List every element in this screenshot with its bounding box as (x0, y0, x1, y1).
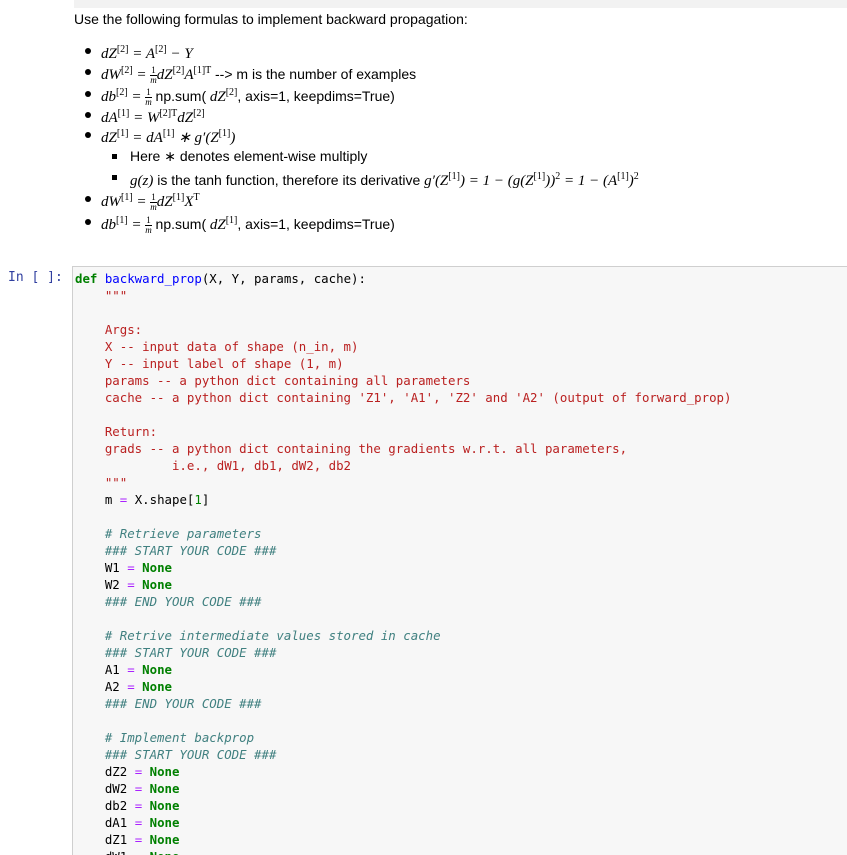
m-note: --> m is the number of examples (215, 66, 417, 82)
code-token: dW2 (75, 781, 135, 796)
code-token: = (127, 662, 135, 677)
code-editor[interactable]: def backward_prop(X, Y, params, cache): … (72, 266, 847, 855)
code-line[interactable]: def backward_prop(X, Y, params, cache): (75, 270, 366, 287)
intro-text: Use the following formulas to implement … (74, 11, 468, 27)
code-token: dZ1 (75, 832, 135, 847)
code-line[interactable]: X -- input data of shape (n_in, m) (75, 338, 359, 355)
code-token: i.e., dW1, db1, dW2, db2 (75, 458, 352, 473)
code-token: params -- a python dict containing all p… (75, 373, 471, 388)
code-token: db2 (75, 798, 135, 813)
code-line[interactable]: dZ2 = None (75, 763, 180, 780)
code-line[interactable]: dW2 = None (75, 780, 180, 797)
code-token: W2 (75, 577, 128, 592)
code-line[interactable]: cache -- a python dict containing 'Z1', … (75, 389, 732, 406)
code-token: Y -- input label of shape (1, m) (75, 356, 344, 371)
code-line[interactable]: A1 = None (75, 661, 172, 678)
code-token: None (142, 679, 172, 694)
code-line[interactable]: W1 = None (75, 559, 172, 576)
code-line[interactable]: ### START YOUR CODE ### (75, 644, 277, 661)
code-line[interactable]: """ (75, 474, 127, 491)
code-token: dZ2 (75, 764, 135, 779)
code-token: ### END YOUR CODE ### (75, 696, 262, 711)
cell-divider (74, 0, 847, 8)
code-line[interactable]: ### START YOUR CODE ### (75, 542, 277, 559)
code-line[interactable]: ### END YOUR CODE ### (75, 695, 262, 712)
code-line[interactable] (75, 406, 105, 423)
code-token: None (149, 815, 180, 830)
cell-prompt: In [ ]: (8, 270, 63, 285)
markdown-cell: Use the following formulas to implement … (74, 0, 847, 240)
code-token: backward_prop (104, 271, 202, 286)
code-token: """ (75, 475, 128, 490)
code-token: dW1 (75, 849, 135, 855)
code-token: ### START YOUR CODE ### (75, 747, 277, 762)
code-token: None (149, 798, 180, 813)
code-token: m (75, 492, 120, 507)
code-token: = (127, 560, 135, 575)
code-token: dA1 (75, 815, 135, 830)
code-token: ] (201, 492, 210, 507)
code-token: X -- input data of shape (n_in, m) (75, 339, 359, 354)
code-token: None (142, 577, 172, 592)
code-line[interactable]: A2 = None (75, 678, 172, 695)
code-token: None (149, 781, 180, 796)
code-token: = (127, 577, 135, 592)
code-line[interactable]: ### START YOUR CODE ### (75, 746, 277, 763)
code-token: = (127, 679, 135, 694)
code-token: 1 (194, 492, 202, 507)
code-line[interactable]: Args: (75, 321, 142, 338)
code-line[interactable]: dZ1 = None (75, 831, 180, 848)
code-line[interactable]: # Implement backprop (75, 729, 254, 746)
code-token: grads -- a python dict containing the gr… (75, 441, 628, 456)
code-line[interactable]: # Retrieve parameters (75, 525, 262, 542)
code-token: # Retrieve parameters (75, 526, 262, 541)
code-line[interactable]: W2 = None (75, 576, 172, 593)
code-line[interactable]: db2 = None (75, 797, 180, 814)
code-line[interactable]: m = X.shape[1] (75, 491, 209, 508)
code-token: cache -- a python dict containing 'Z1', … (75, 390, 732, 405)
code-line[interactable]: i.e., dW1, db1, dW2, db2 (75, 457, 351, 474)
code-line[interactable]: grads -- a python dict containing the gr… (75, 440, 627, 457)
code-token: A2 (75, 679, 128, 694)
code-line[interactable] (75, 304, 105, 321)
code-token: Return: (75, 424, 158, 439)
code-token: Args: (75, 322, 143, 337)
code-token: None (149, 832, 180, 847)
code-line[interactable]: ### END YOUR CODE ### (75, 593, 262, 610)
code-token: None (142, 560, 172, 575)
code-token: # Implement backprop (75, 730, 255, 745)
code-line[interactable]: Y -- input label of shape (1, m) (75, 355, 344, 372)
code-line[interactable]: dA1 = None (75, 814, 180, 831)
code-token: ### START YOUR CODE ### (75, 645, 277, 660)
code-token: (X, Y, params, cache): (201, 271, 366, 286)
code-token: ### START YOUR CODE ### (75, 543, 277, 558)
code-token: None (149, 764, 180, 779)
code-token: W1 (75, 560, 128, 575)
code-token: X.shape[ (127, 492, 195, 507)
code-token: ### END YOUR CODE ### (75, 594, 262, 609)
code-token: """ (75, 288, 128, 303)
code-line[interactable]: Return: (75, 423, 157, 440)
code-token: None (150, 849, 180, 855)
code-cell[interactable]: In [ ]: def backward_prop(X, Y, params, … (8, 266, 847, 855)
code-line[interactable]: # Retrive intermediate values stored in … (75, 627, 441, 644)
code-token: None (142, 662, 172, 677)
code-token: A1 (75, 662, 128, 677)
code-line[interactable]: params -- a python dict containing all p… (75, 372, 471, 389)
code-line[interactable]: """ (75, 287, 127, 304)
code-token: def (75, 271, 105, 286)
code-token: # Retrive intermediate values stored in … (75, 628, 441, 643)
